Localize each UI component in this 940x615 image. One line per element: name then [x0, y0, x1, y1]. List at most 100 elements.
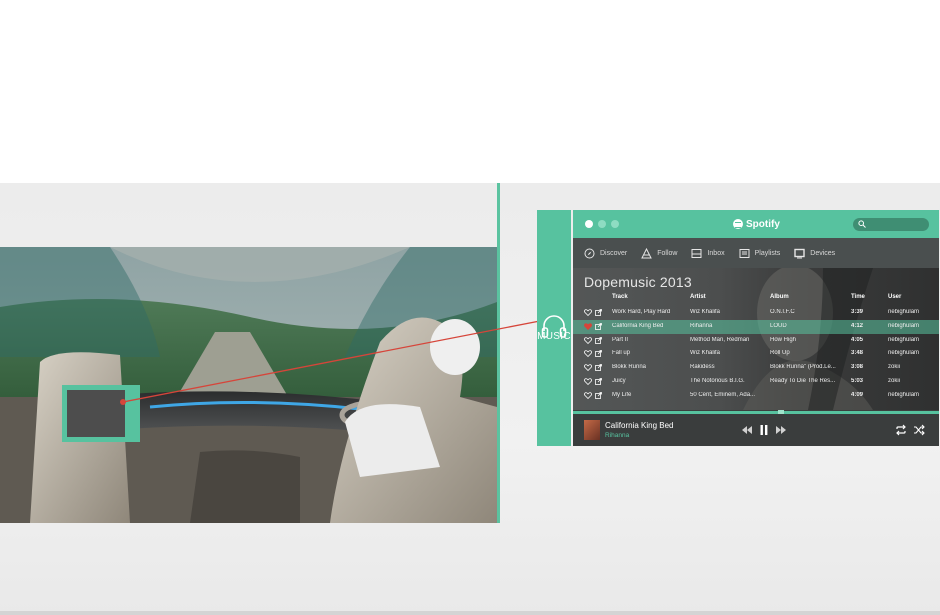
track-album[interactable]: How High — [770, 337, 842, 343]
heart-icon[interactable] — [584, 377, 592, 385]
next-icon[interactable] — [775, 423, 787, 437]
table-header: Track Artist Album Time User — [573, 294, 939, 305]
track-artist[interactable]: Method Man, Redman — [690, 337, 762, 343]
track-row[interactable]: My Life 50 Cent, Eminem, Ada... 4:09 nebigh… — [573, 389, 939, 403]
track-list: Work Hard, Play Hard Wiz Khalifa O.N.I.F.C… — [573, 306, 939, 402]
player-bar: California King Bed Rihanna — [573, 414, 939, 446]
share-icon[interactable] — [595, 336, 602, 344]
section-divider — [497, 183, 500, 523]
title-bar: Spotify — [573, 210, 939, 238]
bottom-rule — [0, 611, 940, 615]
heart-icon[interactable] — [584, 391, 592, 399]
track-user[interactable]: nebighulam — [888, 392, 936, 398]
device-icon — [794, 248, 805, 258]
track-user[interactable]: zokii — [888, 378, 936, 384]
track-row[interactable]: Blokk Runna Rakidess Blokk Runna" (Prod.Le… — [573, 361, 939, 375]
track-artist[interactable]: 50 Cent, Eminem, Ada... — [690, 392, 762, 398]
car-interior-illustration — [0, 247, 497, 523]
spotify-logo-icon — [733, 219, 743, 229]
playlist-view: Dopemusic 2013 Track Artist Album Time U… — [573, 268, 939, 410]
track-artist[interactable]: Wiz Khalifa — [690, 309, 762, 315]
track-time: 5:03 — [851, 377, 864, 384]
nav-discover[interactable]: Discover — [584, 248, 627, 259]
heart-icon[interactable] — [584, 322, 592, 330]
car-interior-image — [0, 247, 497, 523]
track-title: Part II — [612, 336, 629, 343]
share-icon[interactable] — [595, 377, 602, 385]
track-time: 4:05 — [851, 336, 864, 343]
now-playing-artist[interactable]: Rihanna — [605, 432, 629, 439]
track-user[interactable]: nebighulam — [888, 309, 936, 315]
track-time: 4:12 — [851, 322, 864, 329]
track-time: 3:08 — [851, 364, 864, 370]
search-input[interactable] — [853, 218, 929, 231]
track-title: Work Hard, Play Hard — [612, 309, 671, 315]
heart-icon[interactable] — [584, 336, 592, 344]
nav-inbox[interactable]: Inbox — [691, 248, 725, 259]
column-artist[interactable]: Artist — [690, 294, 706, 300]
nav-label: Inbox — [707, 249, 725, 257]
pause-icon[interactable] — [758, 423, 770, 437]
share-icon[interactable] — [595, 364, 602, 371]
track-user[interactable]: nebighulam — [888, 350, 936, 356]
repeat-icon[interactable] — [895, 423, 907, 437]
column-album[interactable]: Album — [770, 294, 789, 300]
track-row[interactable]: Work Hard, Play Hard Wiz Khalifa O.N.I.F.C… — [573, 306, 939, 320]
playlist-icon — [739, 248, 750, 258]
heart-icon[interactable] — [584, 364, 592, 371]
minimize-dot[interactable] — [598, 220, 606, 228]
track-title: Blokk Runna — [612, 364, 647, 370]
app-brand: Spotify — [733, 217, 780, 231]
track-row[interactable]: Juicy The Notorious B.I.G. Ready To Die Th… — [573, 375, 939, 389]
share-icon[interactable] — [595, 322, 602, 330]
nav-label: Follow — [657, 249, 678, 257]
share-icon[interactable] — [595, 309, 602, 316]
track-time: 4:09 — [851, 391, 864, 398]
column-time[interactable]: Time — [851, 294, 865, 300]
track-artist[interactable]: Rakidess — [690, 364, 762, 370]
music-side-tab[interactable]: MUSIC — [537, 210, 571, 446]
track-artist[interactable]: Wiz Khalifa — [690, 350, 762, 356]
nav-label: Playlists — [754, 249, 781, 257]
track-album[interactable]: O.N.I.F.C — [770, 309, 842, 315]
track-row[interactable]: Fall up Wiz Khalifa Roll Up 3:48 nebighulam — [573, 347, 939, 361]
share-icon[interactable] — [595, 391, 602, 399]
music-label: MUSIC — [537, 331, 571, 342]
nav-playlists[interactable]: Playlists — [739, 248, 781, 259]
nav-bar: Discover Follow Inbox Playlists Devices — [573, 238, 939, 268]
track-title: Fall up — [612, 350, 631, 357]
track-title: California King Bed — [612, 322, 664, 329]
column-user[interactable]: User — [888, 294, 901, 300]
inbox-icon — [691, 248, 702, 258]
spotify-window: Spotify Discover Follow Inbox Playlists … — [573, 210, 939, 446]
track-time: 3:48 — [851, 350, 864, 357]
playlist-title: Dopemusic 2013 — [584, 274, 692, 290]
follow-icon — [641, 247, 653, 258]
nav-devices[interactable]: Devices — [794, 248, 835, 259]
track-title: Juicy — [612, 377, 626, 384]
heart-icon[interactable] — [584, 309, 592, 316]
track-album[interactable]: LOUD — [770, 323, 842, 329]
track-row[interactable]: Part II Method Man, Redman How High 4:05 neb… — [573, 334, 939, 348]
track-album[interactable]: Roll Up — [770, 350, 842, 356]
compass-icon — [584, 248, 595, 258]
track-time: 3:39 — [851, 309, 864, 315]
column-track[interactable]: Track — [612, 294, 628, 300]
track-artist[interactable]: Rihanna — [690, 323, 762, 329]
track-user[interactable]: nebighulam — [888, 337, 936, 343]
shuffle-icon[interactable] — [913, 423, 925, 437]
track-row[interactable]: California King Bed Rihanna LOUD 4:12 nebigh… — [573, 319, 939, 334]
maximize-dot[interactable] — [611, 220, 619, 228]
nav-label: Devices — [810, 249, 836, 257]
track-album[interactable]: Ready To Die The Res... — [770, 378, 842, 384]
close-dot[interactable] — [585, 220, 593, 228]
track-album[interactable]: Blokk Runna" (Prod.Le... — [770, 364, 842, 370]
track-user[interactable]: nebighulam — [888, 323, 936, 329]
album-cover — [584, 420, 600, 440]
track-artist[interactable]: The Notorious B.I.G. — [690, 378, 762, 384]
heart-icon[interactable] — [584, 350, 592, 358]
track-user[interactable]: zokii — [888, 364, 936, 370]
nav-follow[interactable]: Follow — [641, 247, 678, 259]
share-icon[interactable] — [595, 350, 602, 358]
previous-icon[interactable] — [741, 423, 753, 437]
